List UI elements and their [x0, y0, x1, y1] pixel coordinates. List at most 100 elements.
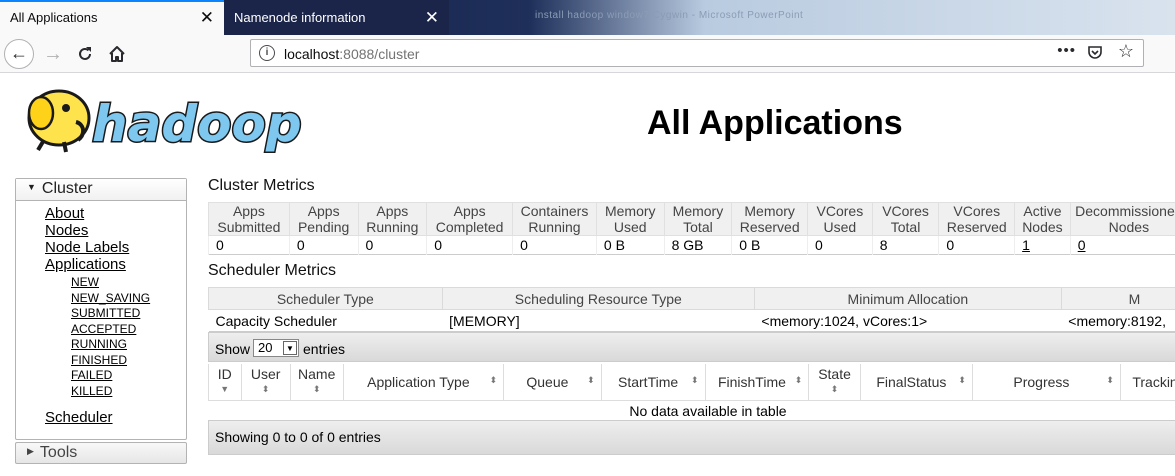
- cluster-metric-header-line: Submitted: [217, 219, 281, 235]
- nav-link-nodes[interactable]: Nodes: [45, 222, 88, 239]
- active-nodes-link[interactable]: 1: [1022, 237, 1030, 253]
- scheduler-metric-value: <memory:1024, vCores:1>: [754, 309, 1062, 332]
- cluster-metric-header-line: Nodes: [1022, 219, 1063, 235]
- column-header[interactable]: ID ▼: [208, 364, 242, 401]
- tab-all-applications[interactable]: All Applications ✕: [0, 0, 224, 35]
- sort-icon[interactable]: ⬍: [587, 375, 595, 386]
- cluster-metric-header: Apps Running: [357, 202, 428, 236]
- cluster-metric-header-line: Nodes: [1108, 219, 1150, 235]
- sort-descending-icon[interactable]: ▼: [215, 382, 235, 397]
- cluster-metric-header-line: Completed: [435, 219, 504, 235]
- entries-label: entries: [303, 341, 346, 357]
- decommissioned-nodes-link[interactable]: 0: [1078, 237, 1086, 253]
- sort-icon[interactable]: ⬍: [248, 382, 284, 397]
- cluster-section-header[interactable]: ▼ Cluster: [16, 179, 186, 201]
- dropdown-arrow-icon[interactable]: ▼: [283, 341, 297, 355]
- applications-table-toolbar: Show 20 ▼ entries: [208, 332, 1175, 362]
- sort-icon[interactable]: ⬍: [1106, 375, 1114, 386]
- cluster-metric-header: Apps Completed: [426, 202, 514, 236]
- cluster-metric-value: 0: [807, 235, 873, 255]
- background-window-title: install hadoop window7 Cygwin - Microsof…: [535, 10, 804, 21]
- column-header-label: Queue: [526, 374, 569, 390]
- tab-close-icon[interactable]: ✕: [425, 0, 439, 35]
- column-header[interactable]: Name ⬍: [289, 364, 344, 401]
- column-header[interactable]: Progress ⬍: [971, 364, 1121, 401]
- cluster-metrics-table: Apps Submitted Apps Pending Apps Running Apps C…: [208, 202, 1175, 255]
- pocket-icon[interactable]: [1087, 44, 1103, 63]
- page-title: All Applications: [647, 104, 903, 142]
- site-info-icon[interactable]: i: [259, 45, 275, 61]
- column-header[interactable]: FinalStatus ⬍: [859, 364, 973, 401]
- empty-table-message: No data available in table: [208, 400, 1175, 422]
- nav-link-state-killed[interactable]: KILLED: [71, 384, 112, 398]
- cluster-label: Cluster: [41, 180, 93, 198]
- nav-link-state-submitted[interactable]: SUBMITTED: [71, 306, 140, 320]
- cluster-metric-header: Decommissioned Nodes: [1069, 202, 1175, 236]
- home-icon[interactable]: [103, 40, 131, 68]
- cluster-metric-value: 0: [288, 235, 358, 255]
- cluster-metric-header-line: Active: [1023, 203, 1062, 219]
- url-text[interactable]: localhost:8088/cluster: [284, 46, 419, 62]
- scheduler-metrics-value-row: Capacity Scheduler [MEMORY] <memory:1024, …: [208, 309, 1175, 332]
- column-header[interactable]: FinishTime ⬍: [704, 364, 810, 401]
- nav-link-state-new-saving[interactable]: NEW_SAVING: [71, 291, 150, 305]
- sort-icon[interactable]: ⬍: [958, 375, 966, 386]
- applications-table-wrapper: Show 20 ▼ entries ID ▼ User ⬍ Name ⬍ Applicati…: [208, 332, 1175, 455]
- sort-icon[interactable]: ⬍: [691, 375, 699, 386]
- application-state-list: NEW NEW_SAVING SUBMITTED ACCEPTED RUNNIN…: [71, 275, 186, 399]
- column-header[interactable]: Application Type ⬍: [342, 364, 505, 401]
- nav-link-node-labels[interactable]: Node Labels: [45, 239, 129, 256]
- page-size-select[interactable]: 20 ▼: [253, 339, 299, 357]
- tab-namenode-information[interactable]: Namenode information ✕: [224, 0, 449, 35]
- page-actions-menu-icon[interactable]: •••: [1057, 42, 1076, 59]
- cluster-metric-header-line: Total: [890, 219, 921, 235]
- cluster-metric-value: 8: [871, 235, 939, 255]
- scheduler-metric-header: M: [1060, 287, 1175, 310]
- column-header[interactable]: Tracking: [1119, 364, 1175, 401]
- tools-label: Tools: [39, 444, 78, 462]
- cluster-metric-value: 0: [426, 235, 513, 255]
- applications-table: ID ▼ User ⬍ Name ⬍ Application Type ⬍ Queue ⬍ Star…: [208, 364, 1175, 422]
- sort-icon[interactable]: ⬍: [490, 375, 498, 386]
- scheduler-metrics-table: Scheduler Type Scheduling Resource Type Mi…: [208, 287, 1175, 332]
- applications-table-footer: Showing 0 to 0 of 0 entries: [208, 420, 1175, 455]
- nav-link-about[interactable]: About: [45, 205, 84, 222]
- scheduler-metric-header: Scheduling Resource Type: [441, 287, 755, 310]
- tab-label: All Applications: [10, 10, 98, 25]
- cluster-metric-header-line: VCores: [882, 203, 929, 219]
- reload-icon[interactable]: [71, 40, 99, 68]
- nav-link-applications[interactable]: Applications: [45, 256, 126, 273]
- forward-arrow-icon[interactable]: →: [39, 40, 67, 68]
- column-header[interactable]: StartTime ⬍: [600, 364, 706, 401]
- sort-icon[interactable]: ⬍: [815, 382, 853, 397]
- cluster-metric-header-line: Apps: [232, 203, 265, 219]
- nav-link-state-running[interactable]: RUNNING: [71, 337, 127, 351]
- nav-link-state-failed[interactable]: FAILED: [71, 368, 112, 382]
- sort-icon[interactable]: ⬍: [297, 382, 337, 397]
- sort-icon[interactable]: ⬍: [795, 375, 803, 386]
- nav-link-state-finished[interactable]: FINISHED: [71, 353, 127, 367]
- column-header[interactable]: Queue ⬍: [503, 364, 602, 401]
- nav-link-state-accepted[interactable]: ACCEPTED: [71, 322, 136, 336]
- column-header[interactable]: User ⬍: [240, 364, 291, 401]
- column-header-label: User: [250, 366, 281, 382]
- cluster-metrics-value-row: 000000 B8 GB 0 B08010: [208, 235, 1175, 255]
- cluster-metric-value: 0 B: [731, 235, 808, 255]
- hadoop-logo[interactable]: hadoop: [14, 78, 319, 158]
- column-header-label: Name: [298, 366, 336, 382]
- tools-section-header[interactable]: ▶ Tools: [16, 443, 186, 464]
- cluster-section: ▼ Cluster About Nodes Node Labels Applica…: [15, 178, 187, 440]
- cluster-metric-value: 8 GB: [663, 235, 732, 255]
- nav-link-state-new[interactable]: NEW: [71, 275, 99, 289]
- cluster-metric-header-line: Pending: [297, 219, 350, 235]
- cluster-metric-header-line: Memory: [744, 203, 795, 219]
- tab-close-icon[interactable]: ✕: [200, 2, 214, 33]
- cluster-metric-header-line: Running: [366, 219, 419, 235]
- nav-link-scheduler[interactable]: Scheduler: [45, 409, 113, 426]
- bookmark-star-icon[interactable]: ☆: [1118, 41, 1134, 62]
- scheduler-metric-value: [MEMORY]: [442, 309, 755, 332]
- back-arrow-icon[interactable]: ←: [4, 39, 34, 69]
- column-header[interactable]: State ⬍: [808, 364, 861, 401]
- url-bar[interactable]: i localhost:8088/cluster ••• ☆: [250, 39, 1144, 67]
- tools-section[interactable]: ▶ Tools: [15, 442, 187, 464]
